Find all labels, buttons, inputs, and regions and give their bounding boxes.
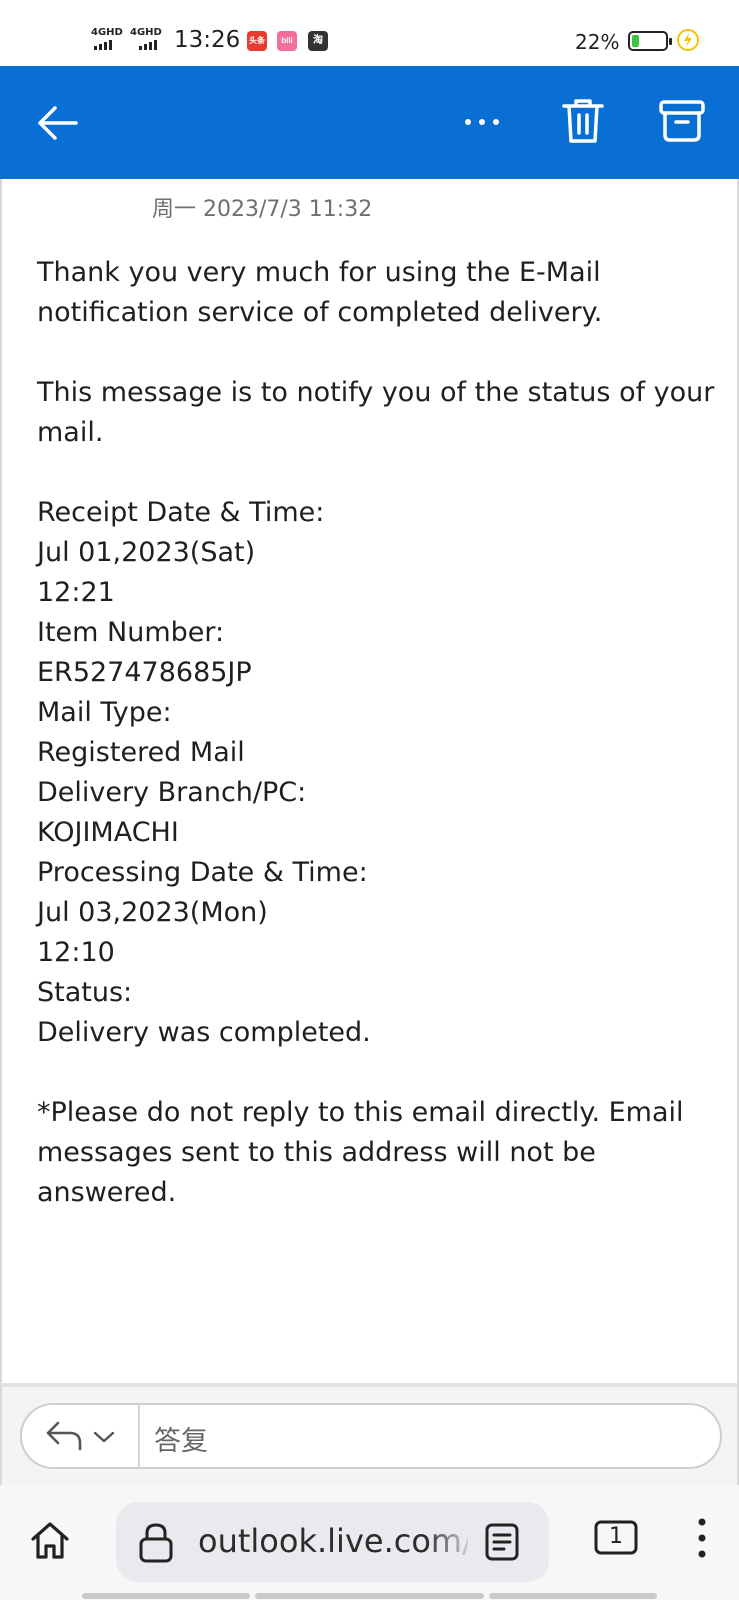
- field-value: Jul 03,2023(Mon): [37, 897, 268, 928]
- screen: 4GHD 4GHD 13:26 头条 bili 淘 22% 周一 2023/7/…: [0, 0, 739, 1600]
- reply-bar: 答复: [0, 1383, 739, 1485]
- address-bar[interactable]: outlook.live.com/mail: [116, 1502, 549, 1582]
- tab-count: 1: [609, 1524, 623, 1549]
- battery-level: [632, 35, 639, 47]
- email-body: Thank you very much for using the E-Mail…: [37, 253, 717, 1213]
- field-value: KOJIMACHI: [37, 817, 179, 848]
- field-label: Receipt Date & Time:: [37, 497, 325, 528]
- field-value: Jul 01,2023(Sat): [37, 537, 256, 568]
- status-bar: 4GHD 4GHD 13:26 头条 bili 淘 22%: [0, 0, 739, 66]
- field-value: 12:21: [37, 577, 115, 608]
- reply-input[interactable]: 答复: [154, 1419, 208, 1458]
- menu-icon[interactable]: [690, 1515, 714, 1561]
- field-label: Item Number:: [37, 617, 225, 648]
- reader-mode-icon[interactable]: [484, 1522, 520, 1562]
- email-intro: Thank you very much for using the E-Mail…: [37, 257, 603, 328]
- charging-icon: [677, 29, 699, 51]
- network-label: 4GHD: [130, 27, 162, 38]
- back-arrow-icon[interactable]: [30, 96, 84, 150]
- item-number: ER527478685JP: [37, 657, 252, 688]
- signal-icon: [94, 40, 112, 50]
- battery-percent: 22%: [575, 30, 620, 54]
- reply-options-button[interactable]: [22, 1405, 140, 1467]
- email-footer: *Please do not reply to this email direc…: [37, 1097, 684, 1208]
- field-label: Delivery Branch/PC:: [37, 777, 307, 808]
- archive-icon[interactable]: [658, 98, 706, 144]
- delete-icon[interactable]: [560, 96, 606, 146]
- taobao-app-icon: 淘: [308, 31, 328, 51]
- chevron-down-icon: [93, 1431, 115, 1443]
- field-value: Registered Mail: [37, 737, 245, 768]
- field-label: Status:: [37, 977, 133, 1008]
- home-icon[interactable]: [28, 1519, 72, 1563]
- field-label: Mail Type:: [37, 697, 172, 728]
- toutiao-app-icon: 头条: [247, 31, 267, 51]
- email-message: 周一 2023/7/3 11:32 Thank you very much fo…: [0, 179, 739, 1385]
- more-icon[interactable]: [462, 104, 502, 140]
- lock-icon: [139, 1523, 173, 1563]
- reply-box[interactable]: 答复: [20, 1403, 722, 1469]
- reply-icon: [46, 1421, 82, 1451]
- browser-toolbar: outlook.live.com/mail 1: [0, 1485, 739, 1600]
- field-label: Processing Date & Time:: [37, 857, 368, 888]
- delivery-status: Delivery was completed.: [37, 1017, 371, 1048]
- email-notice: This message is to notify you of the sta…: [37, 377, 715, 448]
- app-bar: [0, 66, 739, 179]
- network-label: 4GHD: [91, 27, 123, 38]
- tabs-icon[interactable]: 1: [594, 1520, 638, 1556]
- battery-icon: [628, 31, 672, 51]
- field-value: 12:10: [37, 937, 115, 968]
- signal-icon: [139, 40, 157, 50]
- bilibili-app-icon: bili: [277, 31, 297, 51]
- email-date: 周一 2023/7/3 11:32: [152, 197, 373, 222]
- clock: 13:26: [174, 27, 241, 53]
